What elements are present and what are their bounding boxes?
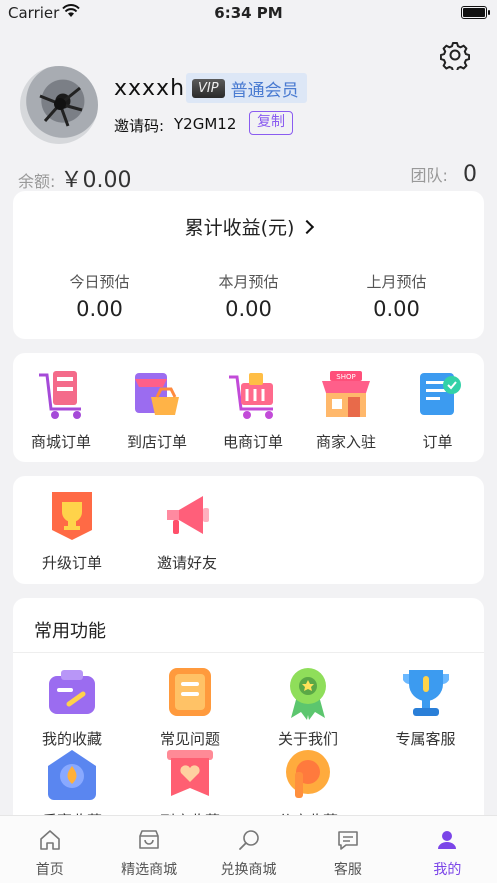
- tab-mine[interactable]: 我的: [398, 816, 497, 883]
- function-label: 专属客服: [395, 730, 456, 748]
- extra-label: 邀请好友: [156, 554, 217, 572]
- chevron-right-icon: [300, 219, 315, 235]
- function-item-faq[interactable]: 常见问题: [131, 666, 249, 749]
- order-item-mall[interactable]: 商城订单: [13, 367, 109, 452]
- ecommerce-cart-icon: [229, 373, 273, 419]
- cumulative-earnings-title: 累计收益(元): [184, 217, 295, 239]
- extras-card: 升级订单 邀请好友: [13, 476, 484, 584]
- cart-icon: [39, 371, 81, 419]
- stat-value: 0.00: [225, 297, 272, 321]
- battery-icon: [461, 6, 490, 19]
- tab-label: 首页: [35, 862, 64, 878]
- shop-icon: SHOP: [322, 371, 370, 417]
- stat-last-month: 上月预估 0.00: [318, 271, 475, 321]
- tab-home[interactable]: 首页: [0, 816, 99, 883]
- tab-bar: 首页 精选商城 兑换商城 客服 我的: [0, 815, 497, 883]
- settings-gear-icon[interactable]: [440, 40, 470, 70]
- tab-label: 客服: [333, 862, 362, 878]
- stat-label: 今日预估: [69, 273, 130, 291]
- extras-row: 升级订单 邀请好友: [27, 488, 257, 573]
- mall-icon: [139, 830, 159, 849]
- flame-house-icon: [48, 750, 96, 800]
- function-label: 常见问题: [159, 730, 220, 748]
- vip-badge: VIP 普通会员: [186, 73, 307, 103]
- common-functions-card: 常用功能 我的收藏 常见问题 关于我们 专属客服: [13, 598, 484, 838]
- team[interactable]: 团队: 0: [411, 162, 478, 187]
- tab-exchange[interactable]: 兑换商城: [199, 816, 298, 883]
- order-item-orders[interactable]: 订单: [391, 367, 484, 452]
- order-item-merchant[interactable]: SHOP 商家入驻: [301, 367, 391, 452]
- stat-value: 0.00: [373, 297, 420, 321]
- order-scroll-icon: [419, 373, 461, 415]
- functions-row-1: 我的收藏 常见问题 关于我们 专属客服: [13, 666, 484, 749]
- function-item-about[interactable]: 关于我们: [249, 666, 367, 749]
- exchange-search-icon: [238, 830, 259, 850]
- function-label: 关于我们: [277, 730, 338, 748]
- function-item-favorites[interactable]: 我的收藏: [13, 666, 131, 749]
- support-trophy-icon: [402, 670, 449, 716]
- order-label: 商城订单: [30, 433, 91, 451]
- tab-label: 兑换商城: [220, 862, 277, 878]
- clock: 6:34 PM: [214, 4, 283, 22]
- tab-label: 精选商城: [121, 862, 178, 878]
- heart-banner-icon: [167, 750, 213, 796]
- home-icon: [39, 830, 60, 850]
- stat-label: 上月预估: [366, 273, 427, 291]
- invite-code-label: 邀请码:: [114, 117, 165, 135]
- avatar-photo: [39, 86, 83, 127]
- profile-icon: [438, 831, 457, 849]
- orders-card: 商城订单 到店订单 电商订单 SHOP 商家入驻 订单: [13, 353, 484, 462]
- store-basket-icon: [135, 373, 179, 415]
- order-label: 订单: [422, 433, 453, 451]
- function-label: 我的收藏: [41, 730, 102, 748]
- function-item-support[interactable]: 专属客服: [367, 666, 484, 749]
- tab-label: 我的: [433, 862, 462, 878]
- invite-friends-item[interactable]: 邀请好友: [117, 488, 257, 573]
- vip-tag: VIP: [192, 78, 225, 98]
- faq-icon: [169, 668, 211, 716]
- favorites-icon: [49, 670, 95, 714]
- tab-mall[interactable]: 精选商城: [99, 816, 198, 883]
- common-functions-title: 常用功能: [34, 621, 106, 642]
- order-label: 电商订单: [222, 433, 283, 451]
- divider: [13, 652, 484, 653]
- invite-code: Y2GM12: [174, 115, 237, 133]
- username: xxxxh: [114, 76, 186, 101]
- stat-label: 本月预估: [218, 273, 279, 291]
- orders-row: 商城订单 到店订单 电商订单 SHOP 商家入驻 订单: [13, 367, 484, 452]
- tab-service[interactable]: 客服: [298, 816, 397, 883]
- status-bar: Carrier 6:34 PM: [0, 0, 497, 26]
- order-label: 商家入驻: [315, 433, 376, 451]
- stat-value: 0.00: [76, 297, 123, 321]
- copy-invite-code-button[interactable]: 复制: [249, 111, 293, 135]
- team-value: 0: [463, 162, 477, 187]
- svg-text:SHOP: SHOP: [336, 373, 355, 381]
- balance-label: 余额:: [18, 172, 56, 191]
- about-medal-icon: [290, 668, 326, 720]
- order-item-in-store[interactable]: 到店订单: [109, 367, 205, 452]
- order-item-ecommerce[interactable]: 电商订单: [205, 367, 301, 452]
- balance: 余额: ￥0.00: [18, 162, 132, 194]
- stat-today: 今日预估 0.00: [21, 271, 178, 321]
- cumulative-earnings-link[interactable]: 累计收益(元): [13, 213, 484, 240]
- avatar[interactable]: [20, 66, 98, 144]
- vip-level: 普通会员: [230, 80, 299, 101]
- trophy-banner-icon: [52, 492, 92, 540]
- upgrade-order-item[interactable]: 升级订单: [27, 488, 117, 573]
- earnings-card: 累计收益(元) 今日预估 0.00 本月预估 0.00 上月预估 0.00: [13, 191, 484, 339]
- team-label: 团队:: [410, 166, 448, 185]
- megaphone-icon: [167, 496, 209, 534]
- profile-header: xxxxh VIP 普通会员 邀请码: Y2GM12 复制 余额: ￥0.00 …: [0, 26, 497, 194]
- stat-this-month: 本月预估 0.00: [170, 271, 327, 321]
- order-label: 到店订单: [126, 433, 187, 451]
- chat-icon: [338, 831, 358, 850]
- extra-label: 升级订单: [41, 554, 102, 572]
- balance-value: ￥0.00: [60, 168, 132, 193]
- branch-icon: [286, 750, 330, 798]
